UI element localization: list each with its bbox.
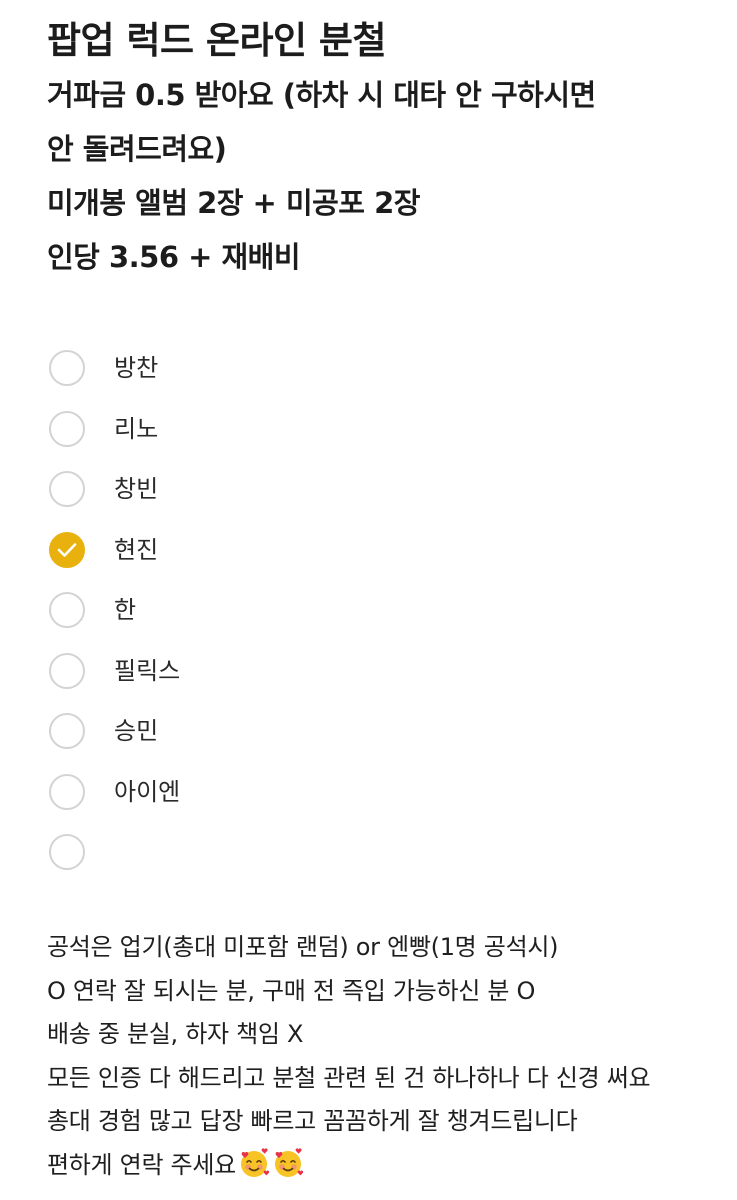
checklist-item-label: 현진 bbox=[114, 535, 159, 564]
smiling-face-with-hearts-icon bbox=[272, 1147, 304, 1194]
note-line: 공석은 업기(총대 미포함 랜덤) or 엔빵(1명 공석시) bbox=[47, 933, 559, 961]
checklist-item[interactable]: 아이엔 bbox=[49, 762, 649, 823]
radio-circle-icon[interactable] bbox=[49, 652, 85, 689]
post-header: 팝업 럭드 온라인 분철 거파금 0.5 받아요 (하차 시 대타 안 구하시면… bbox=[47, 14, 717, 284]
radio-circle-icon[interactable] bbox=[49, 471, 85, 508]
header-line: 미개봉 앨범 2장 + 미공포 2장 bbox=[47, 186, 420, 220]
note-line-last: 편하게 연락 주세요 bbox=[47, 1144, 727, 1194]
checklist-item-label: 승민 bbox=[114, 717, 159, 746]
radio-circle-icon[interactable] bbox=[49, 834, 85, 871]
checklist-item[interactable]: 리노 bbox=[49, 399, 649, 460]
smiling-face-with-hearts-icon bbox=[238, 1147, 270, 1194]
checklist-item-label: 창빈 bbox=[114, 475, 159, 504]
checklist-item-label: 리노 bbox=[114, 414, 159, 443]
radio-circle-icon[interactable] bbox=[49, 713, 85, 750]
checklist-item-label: 한 bbox=[114, 596, 137, 625]
checklist-item-label: 방찬 bbox=[114, 354, 159, 383]
note-line-text: 편하게 연락 주세요 bbox=[47, 1150, 236, 1179]
member-checklist: 방찬 리노 창빈 현진 한 필릭스 승민 아이엔 bbox=[49, 338, 649, 883]
checklist-item-label: 필릭스 bbox=[114, 656, 181, 685]
checklist-item[interactable]: 방찬 bbox=[49, 338, 649, 399]
header-line: 인당 3.56 + 재배비 bbox=[47, 240, 301, 274]
radio-circle-icon[interactable] bbox=[49, 773, 85, 810]
note-line: 모든 인증 다 해드리고 분철 관련 된 건 하나하나 다 신경 써요 bbox=[47, 1063, 651, 1092]
checklist-item-label: 아이엔 bbox=[114, 777, 181, 806]
post-notes: 공석은 업기(총대 미포함 랜덤) or 엔빵(1명 공석시) O 연락 잘 되… bbox=[47, 926, 727, 1193]
post-title: 팝업 럭드 온라인 분철 bbox=[47, 19, 387, 62]
note-line: 배송 중 분실, 하자 책임 X bbox=[47, 1020, 304, 1048]
checklist-item[interactable]: 필릭스 bbox=[49, 641, 649, 702]
checklist-item[interactable] bbox=[49, 822, 649, 883]
note-line: O 연락 잘 되시는 분, 구매 전 즉입 가능하신 분 O bbox=[47, 976, 536, 1005]
checklist-item[interactable]: 현진 bbox=[49, 520, 649, 581]
checklist-item[interactable]: 승민 bbox=[49, 701, 649, 762]
header-line: 거파금 0.5 받아요 (하차 시 대타 안 구하시면 bbox=[47, 78, 596, 112]
radio-circle-icon[interactable] bbox=[49, 592, 85, 629]
note-line: 총대 경험 많고 답장 빠르고 꼼꼼하게 잘 챙겨드립니다 bbox=[47, 1107, 578, 1135]
radio-circle-icon[interactable] bbox=[49, 410, 85, 447]
radio-circle-icon[interactable] bbox=[49, 350, 85, 387]
checklist-item[interactable]: 창빈 bbox=[49, 459, 649, 520]
checkmark-circle-icon[interactable] bbox=[49, 531, 85, 568]
checklist-item[interactable]: 한 bbox=[49, 580, 649, 641]
header-line: 안 돌려드려요) bbox=[47, 132, 227, 166]
